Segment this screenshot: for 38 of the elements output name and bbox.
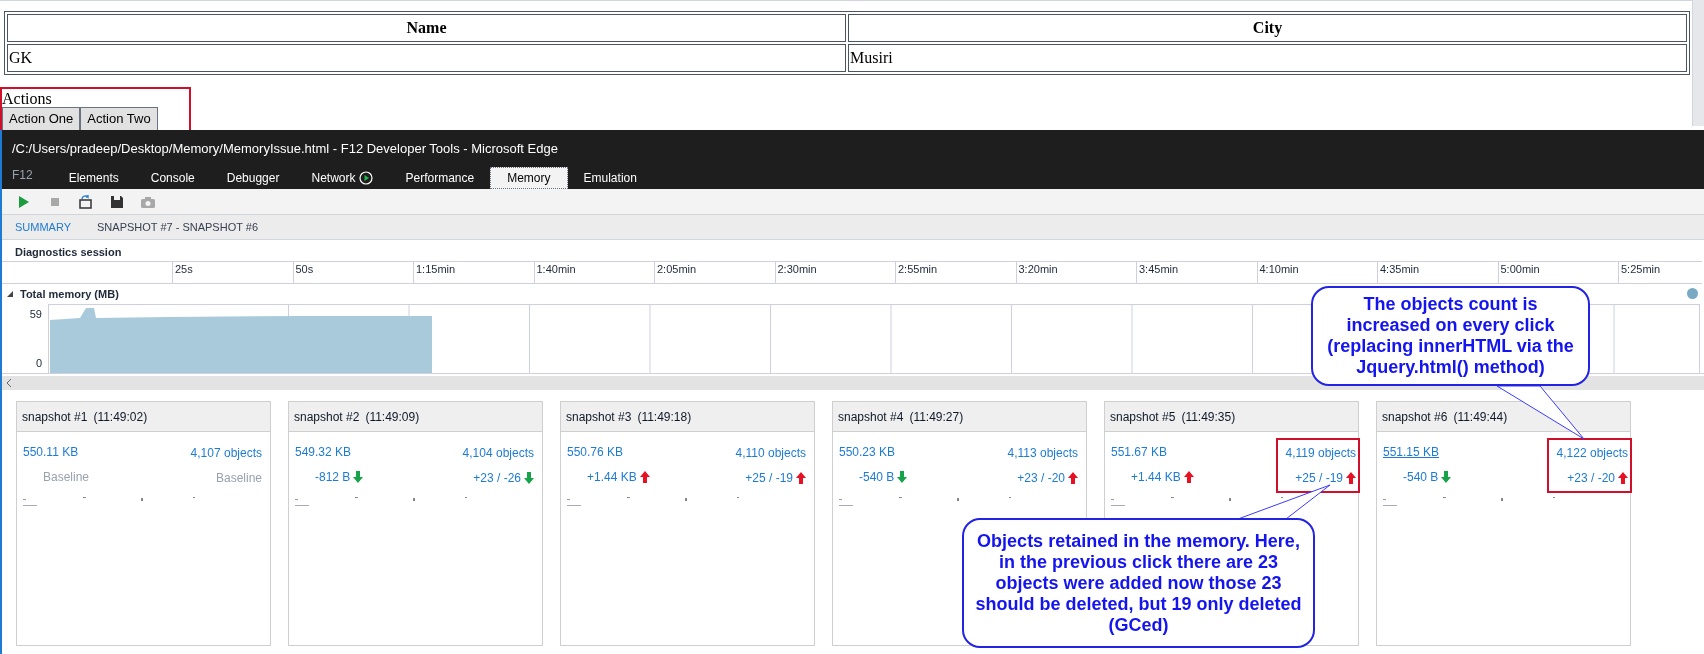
snapshot-time: (11:49:27): [909, 408, 964, 426]
time-label: 2:55min: [897, 262, 939, 276]
time-label: 3:20min: [1017, 262, 1059, 276]
baseline-label: Baseline: [43, 469, 90, 486]
table-header: City: [848, 14, 1687, 42]
time-label: 4:10min: [1258, 262, 1300, 276]
time-label: 2:30min: [776, 262, 818, 276]
time-label: 2:05min: [656, 262, 698, 276]
f12-label: F12: [11, 167, 34, 184]
time-label: 4:35min: [1379, 262, 1421, 276]
time-label: 50s: [294, 262, 315, 276]
window-title: /C:/Users/pradeep/Desktop/Memory/MemoryIssue.html - F12 Developer Tools - Microsoft Edge: [11, 140, 559, 158]
snapshot-title: snapshot #4: [838, 408, 904, 426]
time-label: 25s: [174, 262, 194, 276]
table-header: Name: [7, 14, 846, 42]
table-cell: GK: [7, 44, 846, 72]
snapshot-title: snapshot #3: [566, 408, 632, 426]
snapshot-time: (11:49:09): [365, 408, 420, 426]
snapshot-time: (11:49:02): [93, 408, 148, 426]
axis-label: 59: [29, 307, 42, 322]
snapshot-title: snapshot #5: [1110, 408, 1176, 426]
time-label: 5:25min: [1620, 262, 1662, 276]
table-cell: Musiri: [848, 44, 1687, 72]
time-label: 3:45min: [1138, 262, 1180, 276]
time-label: 1:15min: [415, 262, 457, 276]
section-label: Diagnostics session: [14, 245, 123, 260]
snapshot-time: (11:49:35): [1181, 408, 1236, 426]
snapshot-time: (11:49:44): [1453, 408, 1508, 426]
snapshot-title: snapshot #6: [1382, 408, 1448, 426]
axis-label: 0: [35, 355, 42, 371]
chart-title: Total memory (MB): [20, 286, 119, 302]
snapshot-title: snapshot #2: [294, 408, 360, 426]
baseline-label: Baseline: [215, 470, 262, 487]
time-label: 1:40min: [535, 262, 577, 276]
time-label: 5:00min: [1499, 262, 1541, 276]
section-label: Actions: [2, 91, 53, 107]
snapshot-time: (11:49:18): [637, 408, 692, 426]
snapshot-title: snapshot #1: [22, 408, 88, 426]
